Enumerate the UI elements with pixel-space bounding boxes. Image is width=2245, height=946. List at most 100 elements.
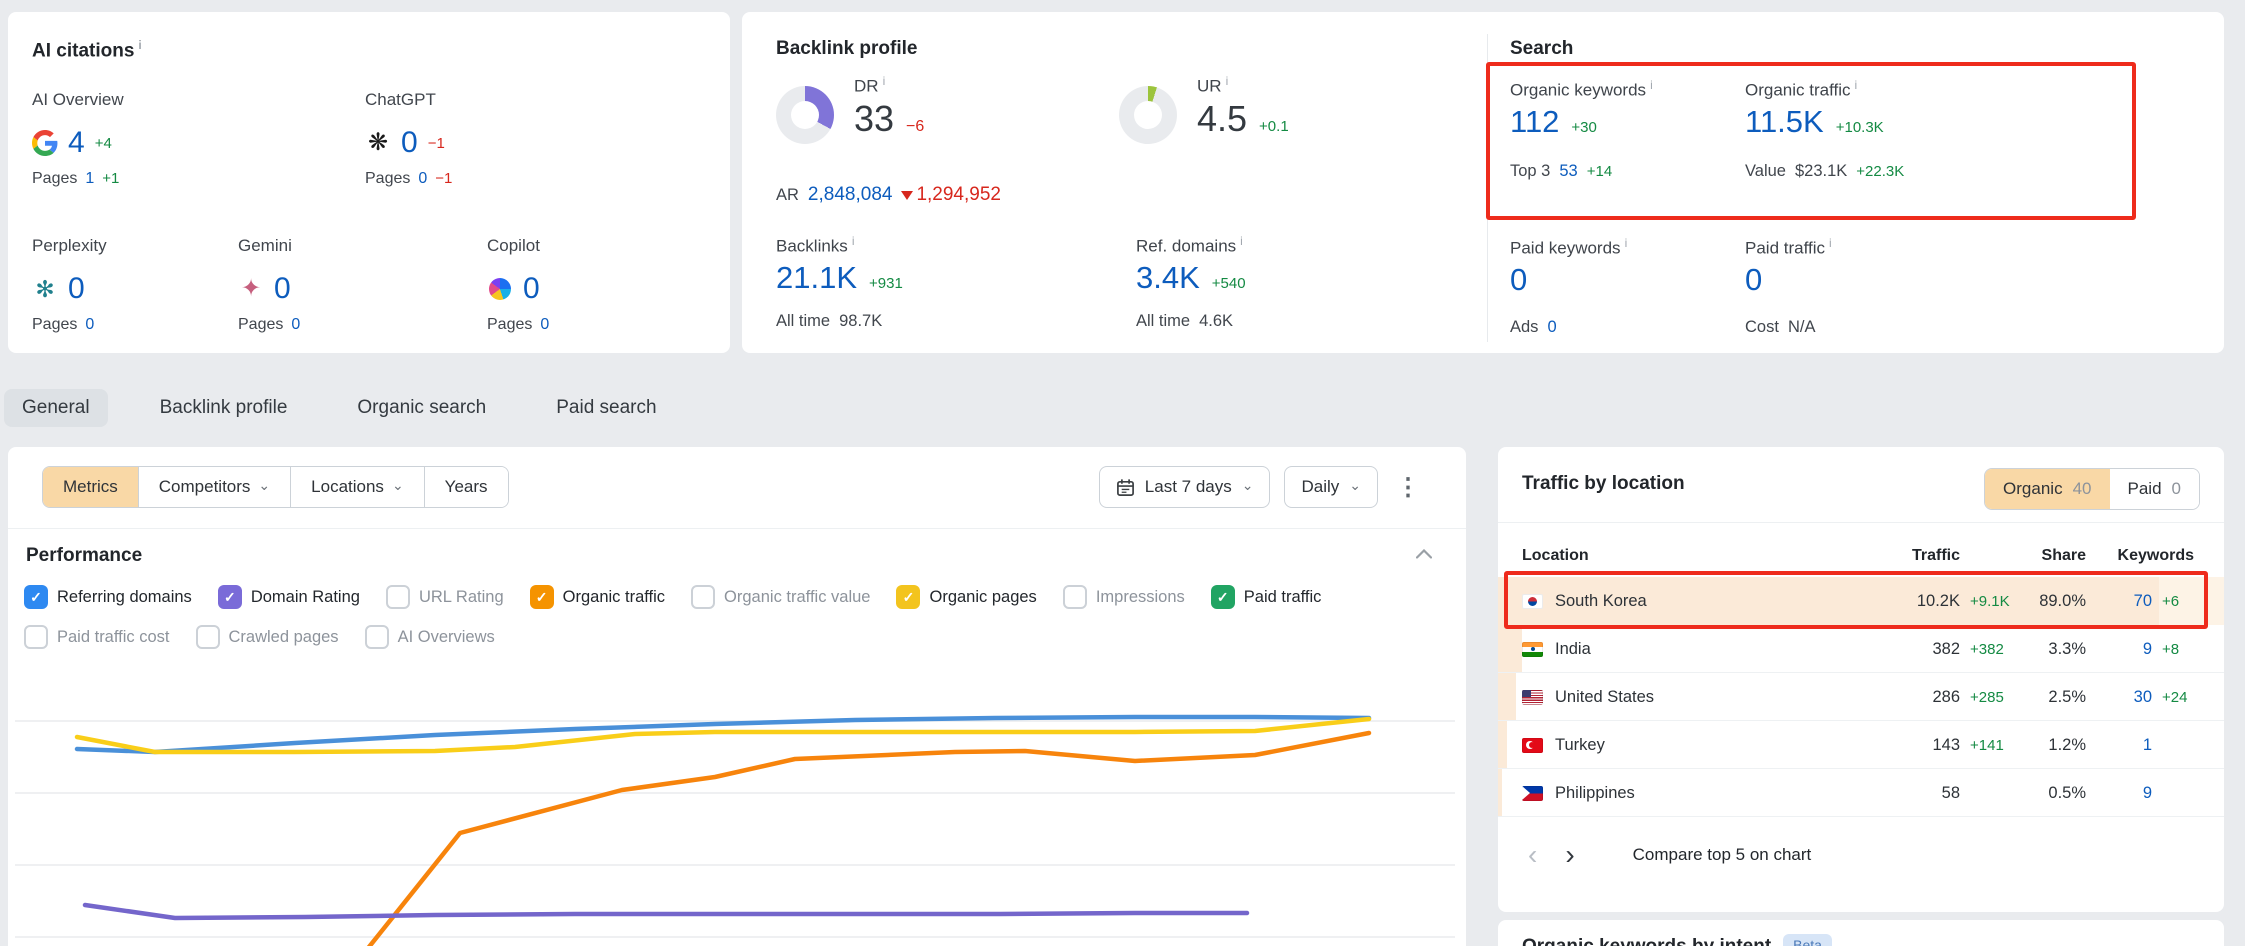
info-icon[interactable] (1829, 236, 1832, 250)
paid-count: 0 (2172, 479, 2181, 499)
locations-button[interactable]: Locations⌄ (291, 467, 425, 507)
checkbox-box (691, 585, 715, 609)
report-tabs: General Backlink profile Organic search … (4, 388, 675, 428)
keywords-value[interactable]: 9 (2086, 784, 2152, 803)
cost-line: Cost N/A (1745, 318, 1815, 337)
ar-label: AR (776, 186, 799, 205)
organic-paid-toggle: Organic 40 Paid 0 (1984, 468, 2200, 510)
metrics-button[interactable]: Metrics (43, 467, 139, 507)
down-triangle-icon (901, 191, 913, 200)
ar-value[interactable]: 2,848,084 (808, 184, 893, 206)
tab-organic-search[interactable]: Organic search (339, 389, 504, 427)
pages-value[interactable]: 0 (85, 316, 94, 334)
checkbox-ai-overviews[interactable]: AI Overviews (365, 625, 495, 649)
perplexity-value[interactable]: 0 (68, 272, 85, 306)
site-explorer-overview: AI citations AI Overview 4 +4 Pages 1 +1… (0, 0, 2245, 946)
paid-traffic-value[interactable]: 0 (1745, 262, 1762, 297)
perplexity-label: Perplexity (32, 236, 262, 256)
checkbox-crawled-pages[interactable]: Crawled pages (196, 625, 339, 649)
years-button[interactable]: Years (425, 467, 508, 507)
checkbox-url-rating[interactable]: URL Rating (386, 585, 504, 609)
share-value: 0.5% (2016, 784, 2086, 803)
keywords-value[interactable]: 30 (2086, 688, 2152, 707)
info-icon[interactable] (852, 234, 855, 248)
divider (1498, 522, 2224, 523)
traffic-delta: +9.1K (1960, 593, 2016, 610)
more-options-icon[interactable]: ⋮ (1392, 473, 1424, 502)
paid-keywords-value[interactable]: 0 (1510, 262, 1527, 297)
ads-value[interactable]: 0 (1547, 318, 1556, 337)
toggle-paid[interactable]: Paid 0 (2110, 469, 2200, 509)
info-icon[interactable] (1650, 78, 1653, 92)
table-row-india[interactable]: India 382 +382 3.3% 9 +8 (1498, 625, 2224, 673)
toggle-organic[interactable]: Organic 40 (1985, 469, 2109, 509)
checkbox-paid-traffic-cost[interactable]: Paid traffic cost (24, 625, 170, 649)
pages-value[interactable]: 1 (85, 170, 94, 188)
section-divider (1487, 34, 1488, 342)
checkbox-box (196, 625, 220, 649)
competitors-button[interactable]: Competitors⌄ (139, 467, 291, 507)
philippines-flag-icon (1522, 786, 1543, 801)
united-states-flag-icon (1522, 690, 1543, 705)
dr-delta: −6 (906, 118, 924, 136)
traffic-value: 10.2K (1880, 592, 1960, 611)
backlinks-value[interactable]: 21.1K (776, 260, 857, 296)
google-g-icon (32, 130, 58, 156)
granularity-button[interactable]: Daily ⌄ (1284, 466, 1378, 508)
info-icon[interactable] (883, 74, 886, 88)
top3-value[interactable]: 53 (1559, 162, 1577, 181)
tab-paid-search[interactable]: Paid search (538, 389, 674, 427)
info-icon[interactable] (1240, 234, 1243, 248)
chatgpt-value[interactable]: 0 (401, 126, 418, 160)
tab-backlink-profile[interactable]: Backlink profile (142, 389, 306, 427)
location-name: United States (1555, 688, 1654, 707)
checkbox-organic-traffic-value[interactable]: Organic traffic value (691, 585, 870, 609)
ahrefs-rank-line: AR 2,848,084 1,294,952 (776, 184, 1001, 206)
ref-domains-label: Ref. domains (1136, 234, 1243, 257)
col-location: Location (1522, 547, 1880, 565)
table-row-south-korea[interactable]: South Korea 10.2K +9.1K 89.0% 70 +6 (1498, 577, 2224, 625)
info-icon[interactable] (1226, 74, 1229, 88)
pages-value[interactable]: 0 (418, 170, 427, 188)
info-icon[interactable] (138, 38, 141, 52)
organic-traffic-value[interactable]: 11.5K (1745, 104, 1824, 140)
chart-toolbar: Metrics Competitors⌄ Locations⌄ Years La… (34, 466, 1446, 508)
checkbox-organic-traffic[interactable]: ✓Organic traffic (530, 585, 665, 609)
next-page-icon[interactable]: › (1551, 841, 1588, 869)
compare-top5-link[interactable]: Compare top 5 on chart (1633, 845, 1812, 865)
pages-value[interactable]: 0 (540, 316, 549, 334)
tab-general[interactable]: General (4, 389, 108, 427)
ai-overview-value[interactable]: 4 (68, 126, 85, 160)
info-icon[interactable] (1855, 78, 1858, 92)
pages-value[interactable]: 0 (291, 316, 300, 334)
info-icon[interactable] (1625, 236, 1628, 250)
checkbox-organic-pages[interactable]: ✓Organic pages (896, 585, 1036, 609)
search-title: Search (1510, 38, 1573, 60)
gemini-value[interactable]: 0 (274, 272, 291, 306)
pages-label: Pages (32, 170, 77, 188)
dr-label: DR (854, 74, 885, 97)
keywords-value[interactable]: 9 (2086, 640, 2152, 659)
date-range-button[interactable]: Last 7 days ⌄ (1099, 466, 1271, 508)
ref-domains-alltime: All time 4.6K (1136, 312, 1233, 331)
copilot-icon (487, 276, 513, 302)
organic-keywords-value[interactable]: 112 (1510, 104, 1559, 140)
prev-page-icon[interactable]: ‹ (1514, 841, 1551, 869)
checkbox-box: ✓ (1211, 585, 1235, 609)
checkbox-impressions[interactable]: Impressions (1063, 585, 1185, 609)
table-row-philippines[interactable]: Philippines 58 0.5% 9 (1498, 769, 2224, 817)
ref-domains-value[interactable]: 3.4K (1136, 260, 1200, 296)
location-name: Turkey (1555, 736, 1605, 755)
keywords-value[interactable]: 1 (2086, 736, 2152, 755)
keywords-value[interactable]: 70 (2086, 592, 2152, 611)
table-row-turkey[interactable]: Turkey 143 +141 1.2% 1 (1498, 721, 2224, 769)
copilot-value[interactable]: 0 (523, 272, 540, 306)
checkbox-referring-domains[interactable]: ✓Referring domains (24, 585, 192, 609)
table-row-united-states[interactable]: United States 286 +285 2.5% 30 +24 (1498, 673, 2224, 721)
traffic-delta: +285 (1960, 689, 2016, 706)
backlink-profile-title: Backlink profile (776, 38, 918, 60)
collapse-chevron-icon[interactable] (1416, 549, 1432, 559)
checkbox-domain-rating[interactable]: ✓Domain Rating (218, 585, 360, 609)
view-switcher: Metrics Competitors⌄ Locations⌄ Years (42, 466, 509, 508)
checkbox-paid-traffic[interactable]: ✓Paid traffic (1211, 585, 1322, 609)
